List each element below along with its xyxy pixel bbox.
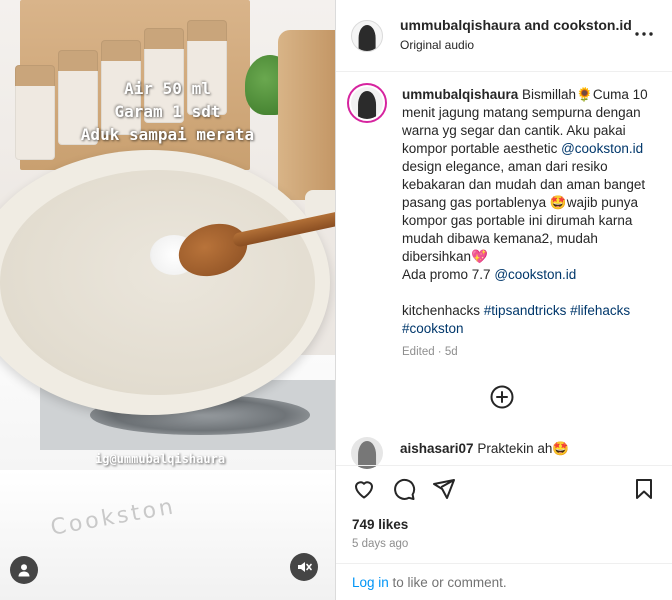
caption-author-avatar[interactable] — [347, 83, 387, 123]
overlay-text-line: Garam 1 sdt — [114, 102, 221, 121]
edited-timestamp: Edited · 5d — [402, 346, 458, 358]
user-icon — [18, 564, 30, 577]
share-icon — [433, 479, 455, 499]
like-button[interactable] — [352, 477, 376, 501]
heart-icon — [355, 481, 373, 499]
login-bar: Log in to like or comment. — [336, 563, 672, 600]
star-eyes-emoji: 🤩 — [552, 441, 570, 456]
star-eyes-emoji: 🤩 — [549, 195, 567, 210]
hashtag-link[interactable]: #cookston — [402, 321, 464, 336]
post-authors[interactable]: ummubalqishaura and cookston.id — [400, 17, 632, 33]
comment-text: Praktekin ah — [477, 441, 553, 456]
post-header: ummubalqishaura and cookston.id Original… — [336, 0, 672, 72]
save-button[interactable] — [632, 477, 656, 501]
bookmark-icon — [636, 479, 652, 499]
more-horizontal-icon — [635, 32, 653, 36]
mention-link[interactable]: @cookston.id — [561, 141, 643, 156]
action-bar — [336, 465, 672, 515]
login-prompt-text: to like or comment. — [388, 575, 507, 590]
login-prompt: Log in to like or comment. — [352, 575, 507, 590]
caption-text: Bismillah — [522, 87, 577, 102]
reel-video[interactable]: Cookston Air 50 ml Garam 1 sdt Aduk samp… — [0, 0, 335, 600]
tagged-users-button[interactable] — [10, 556, 38, 584]
comment-username[interactable]: aishasari07 — [400, 441, 474, 456]
stove-front — [0, 470, 335, 600]
comment-icon — [394, 478, 416, 500]
mute-button[interactable] — [290, 553, 318, 581]
post-date[interactable]: 5 days ago — [352, 538, 408, 550]
caption-username[interactable]: ummubalqishaura — [402, 87, 518, 102]
hashtag-text: kitchenhacks — [402, 303, 484, 318]
comment: aishasari07 Praktekin ah🤩 — [400, 441, 569, 457]
overlay-text-line: Air 50 ml — [124, 79, 211, 98]
likes-count[interactable]: 749 likes — [352, 517, 408, 532]
sunflower-emoji: 🌻 — [576, 87, 593, 102]
mention-link[interactable]: @cookston.id — [494, 267, 576, 282]
plus-circle-icon — [490, 385, 514, 409]
post-caption: ummubalqishaura Bismillah🌻Cuma 10 menit … — [402, 86, 652, 338]
promo-text: Ada promo 7.7 — [402, 267, 495, 282]
share-button[interactable] — [432, 477, 456, 501]
audio-link[interactable]: Original audio — [400, 38, 474, 52]
frying-pan-inner — [0, 170, 315, 395]
video-watermark: ig@ummubalqishaura — [95, 452, 226, 466]
more-options-button[interactable] — [632, 22, 656, 46]
login-link[interactable]: Log in — [352, 575, 389, 590]
hashtag-link[interactable]: #tipsandtricks — [484, 303, 567, 318]
heart-emoji: 💖 — [471, 249, 488, 264]
overlay-text-line: Aduk sampai merata — [80, 125, 255, 144]
author-avatar[interactable] — [351, 20, 383, 52]
speaker-muted-icon — [298, 562, 312, 572]
comment-button[interactable] — [392, 477, 416, 501]
post-panel: ummubalqishaura and cookston.id Original… — [335, 0, 672, 600]
load-more-comments-button[interactable] — [490, 385, 514, 409]
hashtag-link[interactable]: #lifehacks — [570, 303, 630, 318]
